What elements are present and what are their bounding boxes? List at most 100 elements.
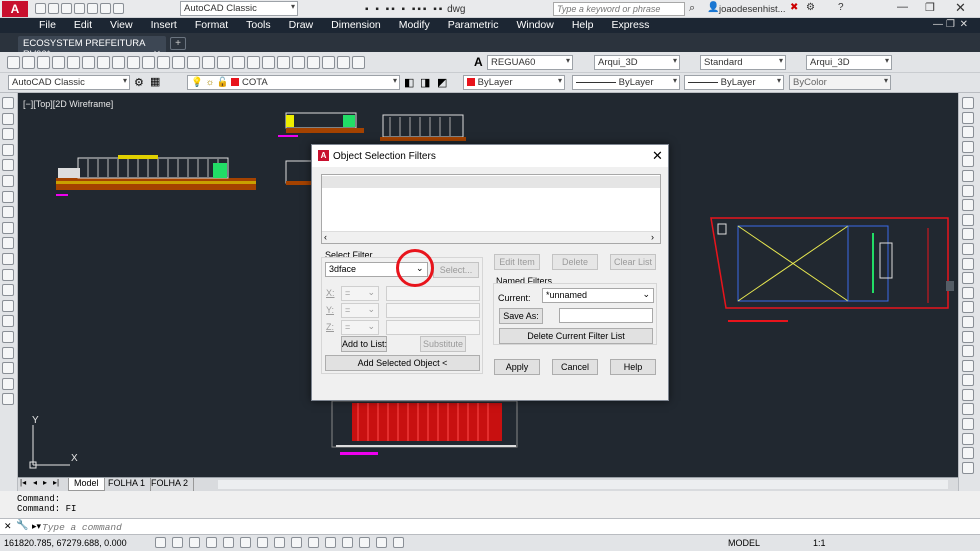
add-to-list-button[interactable]: Add to List: <box>341 336 387 352</box>
a360-icon[interactable]: ⚙ <box>806 2 815 13</box>
apply-button[interactable]: Apply <box>494 359 540 375</box>
menu-item-format[interactable]: Format <box>186 18 237 31</box>
menu-item-file[interactable]: File <box>30 18 65 31</box>
z-operator-combo[interactable]: = ⌄ <box>341 320 379 335</box>
layer-properties-icon[interactable]: ▦ <box>150 75 160 88</box>
chamfer-icon[interactable] <box>962 301 974 314</box>
3d-object-snap-icon[interactable] <box>257 537 268 548</box>
circle-icon[interactable] <box>2 190 14 203</box>
menu-item-modify[interactable]: Modify <box>390 18 439 31</box>
lineweight-icon[interactable] <box>325 537 336 548</box>
make-block-icon[interactable] <box>2 284 14 297</box>
document-tab[interactable]: ECOSYSTEM PREFEITURA RV06*✕ <box>18 36 166 60</box>
menu-item-parametric[interactable]: Parametric <box>439 18 508 31</box>
tab-folha-1[interactable]: FOLHA 1 <box>103 478 152 491</box>
trim-icon[interactable] <box>962 228 974 241</box>
paste-icon[interactable] <box>127 56 140 69</box>
open-file-icon[interactable] <box>22 56 35 69</box>
tab-folha-2[interactable]: FOLHA 2 <box>146 478 195 491</box>
polyline-icon[interactable] <box>2 128 14 141</box>
gradient-icon[interactable] <box>2 330 14 343</box>
new-tab-button[interactable]: + <box>170 37 186 50</box>
plot-icon[interactable] <box>87 3 98 14</box>
x-value-field[interactable] <box>386 286 480 301</box>
table-style-combo[interactable]: Standard ▾ <box>700 55 786 70</box>
menu-item-draw[interactable]: Draw <box>280 18 323 31</box>
save-file-icon[interactable] <box>37 56 50 69</box>
layer-freeze-icon[interactable]: ☼ <box>205 77 214 88</box>
workspace-combo[interactable]: AutoCAD Classic ▾ <box>180 1 298 16</box>
break-at-point-icon[interactable] <box>962 257 974 270</box>
substitute-button[interactable]: Substitute <box>420 336 466 352</box>
layer-previous-icon[interactable]: ◨ <box>420 76 430 89</box>
menu-item-dimension[interactable]: Dimension <box>322 18 390 31</box>
restore-icon[interactable]: ❐ <box>925 1 935 14</box>
app-logo-icon[interactable]: A <box>2 1 28 17</box>
dynamic-input-icon[interactable] <box>308 537 319 548</box>
edit-item-button[interactable]: Edit Item <box>494 254 540 270</box>
color-combo[interactable]: ByLayer ▾ <box>463 75 565 90</box>
user-name[interactable]: joaodesenhist... <box>719 4 786 15</box>
dynamic-ucs-icon[interactable] <box>291 537 302 548</box>
text-style-combo[interactable]: REGUA60 ▾ <box>487 55 573 70</box>
filter-list-selected-row[interactable] <box>322 176 660 188</box>
select-button[interactable]: Select... <box>433 262 479 278</box>
undo-tb-icon[interactable] <box>172 56 185 69</box>
command-input[interactable] <box>42 520 962 534</box>
tab-nav-last-icon[interactable]: ▸| <box>53 478 59 487</box>
table-icon[interactable] <box>2 362 14 375</box>
add-selected-icon[interactable] <box>2 393 14 406</box>
object-snap-icon[interactable] <box>240 537 251 548</box>
workspace-settings-icon[interactable]: ⚙ <box>134 76 144 89</box>
dialog-close-icon[interactable]: ✕ <box>652 148 663 164</box>
menu-item-help[interactable]: Help <box>563 18 603 31</box>
lineweight-combo[interactable]: ByLayer ▾ <box>684 75 784 90</box>
plotstyle-combo[interactable]: ByColor ▾ <box>789 75 891 90</box>
spline-icon[interactable] <box>2 221 14 234</box>
layer-state-icon[interactable]: ◩ <box>437 76 447 89</box>
z-value-field[interactable] <box>386 320 480 335</box>
menu-item-edit[interactable]: Edit <box>65 18 101 31</box>
filter-list[interactable]: ‹ › <box>321 174 661 244</box>
rotate-icon[interactable] <box>962 184 974 197</box>
menubar-close-icon[interactable]: ✕ <box>951 18 977 30</box>
current-filter-combo[interactable]: *unnamed ⌄ <box>542 288 654 303</box>
save-as-name-field[interactable] <box>559 308 653 323</box>
matchprop-icon[interactable] <box>142 56 155 69</box>
break-icon[interactable] <box>962 272 974 285</box>
extend-icon[interactable] <box>962 242 974 255</box>
point-icon[interactable] <box>2 299 14 312</box>
insert-block-icon[interactable] <box>2 268 14 281</box>
tool-palettes-icon[interactable] <box>292 56 305 69</box>
region-icon[interactable] <box>2 346 14 359</box>
save-icon[interactable] <box>61 3 72 14</box>
linetype-combo[interactable]: ByLayer ▾ <box>572 75 680 90</box>
qnew-icon[interactable] <box>7 56 20 69</box>
open-icon[interactable] <box>48 3 59 14</box>
calculator-icon[interactable] <box>337 56 350 69</box>
x-operator-combo[interactable]: = ⌄ <box>341 286 379 301</box>
offset-icon[interactable] <box>962 140 974 153</box>
scale-icon[interactable] <box>962 199 974 212</box>
help-button[interactable]: Help <box>610 359 656 375</box>
copy-object-icon[interactable] <box>962 111 974 124</box>
dist-icon[interactable] <box>962 359 974 372</box>
workspace-toolbar-combo[interactable]: AutoCAD Classic ▾ <box>8 75 130 90</box>
add-selected-object-button[interactable]: Add Selected Object < <box>325 355 480 371</box>
search-input[interactable]: Type a keyword or phrase <box>553 2 685 16</box>
clear-list-button[interactable]: Clear List <box>610 254 656 270</box>
quick-properties-icon[interactable] <box>359 537 370 548</box>
object-snap-tracking-icon[interactable] <box>274 537 285 548</box>
ellipse-arc-icon[interactable] <box>2 252 14 265</box>
close-icon[interactable]: ✕ <box>955 0 966 16</box>
fillet-icon[interactable] <box>962 315 974 328</box>
infer-constraints-icon[interactable] <box>155 537 166 548</box>
preview-icon[interactable] <box>67 56 80 69</box>
erase-icon[interactable] <box>962 97 974 109</box>
dialog-title-bar[interactable]: A Object Selection Filters ✕ <box>312 145 668 167</box>
construction-line-icon[interactable] <box>2 112 14 125</box>
list-icon[interactable] <box>962 388 974 401</box>
ortho-mode-icon[interactable] <box>206 537 217 548</box>
minimize-icon[interactable]: — <box>897 1 908 13</box>
tab-nav-first-icon[interactable]: |◂ <box>20 478 26 487</box>
